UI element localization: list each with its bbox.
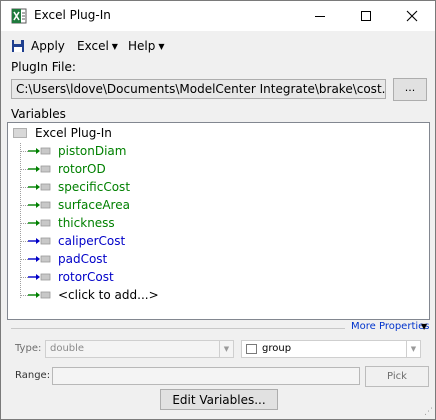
tree-connector — [20, 186, 28, 188]
type-label: Type: — [15, 343, 42, 354]
variable-name: padCost — [58, 252, 108, 266]
variable-name: thickness — [58, 216, 115, 230]
variable-name: rotorCost — [58, 270, 114, 284]
title-bar: Excel Plug-In — [1, 1, 435, 31]
help-menu[interactable]: Help ▼ — [128, 36, 165, 56]
range-input[interactable] — [52, 367, 360, 385]
variables-tree[interactable]: Excel Plug-In pistonDiam rotorOD specificC… — [7, 122, 430, 320]
variable-item-rotorCost[interactable]: rotorCost — [20, 268, 114, 286]
variables-label: Variables — [11, 107, 66, 121]
output-variable-icon — [28, 237, 51, 245]
menu-bar: Apply Excel ▼ Help ▼ — [1, 33, 435, 57]
browse-file-button[interactable]: ... — [393, 78, 427, 101]
input-variable-icon — [28, 219, 51, 227]
tree-connector — [20, 276, 28, 278]
minimize-icon — [315, 16, 325, 17]
variable-item-surfaceArea[interactable]: surfaceArea — [20, 196, 130, 214]
edit-variables-button[interactable]: Edit Variables... — [160, 389, 278, 410]
input-variable-icon — [28, 183, 51, 191]
tree-connector — [20, 240, 28, 242]
input-variable-icon — [28, 201, 51, 209]
tree-connector — [20, 222, 28, 224]
apply-label: Apply — [31, 39, 65, 53]
close-button[interactable] — [389, 1, 435, 31]
more-properties-link[interactable]: More Properties — [351, 321, 430, 332]
caret-down-icon: ▼ — [111, 41, 118, 51]
apply-menu-button[interactable]: Apply — [11, 36, 65, 56]
range-label: Range: — [15, 370, 51, 381]
output-variable-icon — [28, 273, 51, 281]
caret-down-icon[interactable]: ▼ — [421, 322, 427, 331]
plugin-folder-icon — [13, 128, 27, 138]
variable-name: pistonDiam — [58, 144, 127, 158]
variable-item-thickness[interactable]: thickness — [20, 214, 115, 232]
variable-item-rotorOD[interactable]: rotorOD — [20, 160, 106, 178]
properties-divider — [11, 328, 345, 329]
tree-connector — [20, 204, 28, 206]
dropdown-arrow-icon: ▼ — [219, 341, 233, 357]
tree-connector — [20, 294, 28, 296]
excel-menu[interactable]: Excel ▼ — [77, 36, 118, 56]
caret-down-icon: ▼ — [158, 41, 165, 51]
group-icon — [246, 344, 257, 354]
dropdown-arrow-icon: ▼ — [406, 341, 420, 357]
variable-name: rotorOD — [58, 162, 106, 176]
click-to-add-item[interactable]: <click to add...> — [20, 286, 159, 304]
input-variable-icon — [28, 291, 51, 299]
variable-name: caliperCost — [58, 234, 126, 248]
variable-item-padCost[interactable]: padCost — [20, 250, 107, 268]
tree-root-excel-plugin[interactable]: Excel Plug-In — [13, 125, 112, 141]
tree-connector — [20, 150, 28, 152]
plugin-file-path-field[interactable]: C:\Users\ldove\Documents\ModelCenter Int… — [11, 79, 386, 99]
variable-name: surfaceArea — [58, 198, 130, 212]
variable-item-pistonDiam[interactable]: pistonDiam — [20, 142, 126, 160]
variable-name: <click to add...> — [58, 288, 159, 302]
input-variable-icon — [28, 165, 51, 173]
excel-app-icon — [11, 8, 27, 24]
minimize-button[interactable] — [297, 1, 343, 31]
save-disk-icon — [12, 40, 24, 52]
plugin-file-label: PlugIn File: — [11, 60, 76, 74]
excel-plugin-window: Excel Plug-In Apply Excel ▼ Help ▼ PlugI… — [0, 0, 436, 420]
maximize-icon — [361, 11, 371, 21]
group-value: group — [262, 343, 292, 354]
group-combobox[interactable]: group ▼ — [241, 340, 421, 358]
variable-item-caliperCost[interactable]: caliperCost — [20, 232, 125, 250]
type-value: double — [50, 343, 85, 354]
excel-menu-label: Excel — [77, 39, 109, 53]
window-title: Excel Plug-In — [34, 8, 111, 22]
output-variable-icon — [28, 255, 51, 263]
input-variable-icon — [28, 147, 51, 155]
variable-name: specificCost — [58, 180, 131, 194]
maximize-button[interactable] — [343, 1, 389, 31]
help-menu-label: Help — [128, 39, 156, 53]
pick-button[interactable]: Pick — [365, 366, 429, 387]
tree-connector — [20, 258, 28, 260]
tree-connector — [20, 168, 28, 170]
type-combobox[interactable]: double ▼ — [45, 340, 234, 358]
close-icon — [406, 10, 418, 22]
tree-root-label: Excel Plug-In — [35, 126, 112, 140]
variable-item-specificCost[interactable]: specificCost — [20, 178, 130, 196]
resize-grip-icon[interactable]: ⋰ — [424, 407, 433, 417]
